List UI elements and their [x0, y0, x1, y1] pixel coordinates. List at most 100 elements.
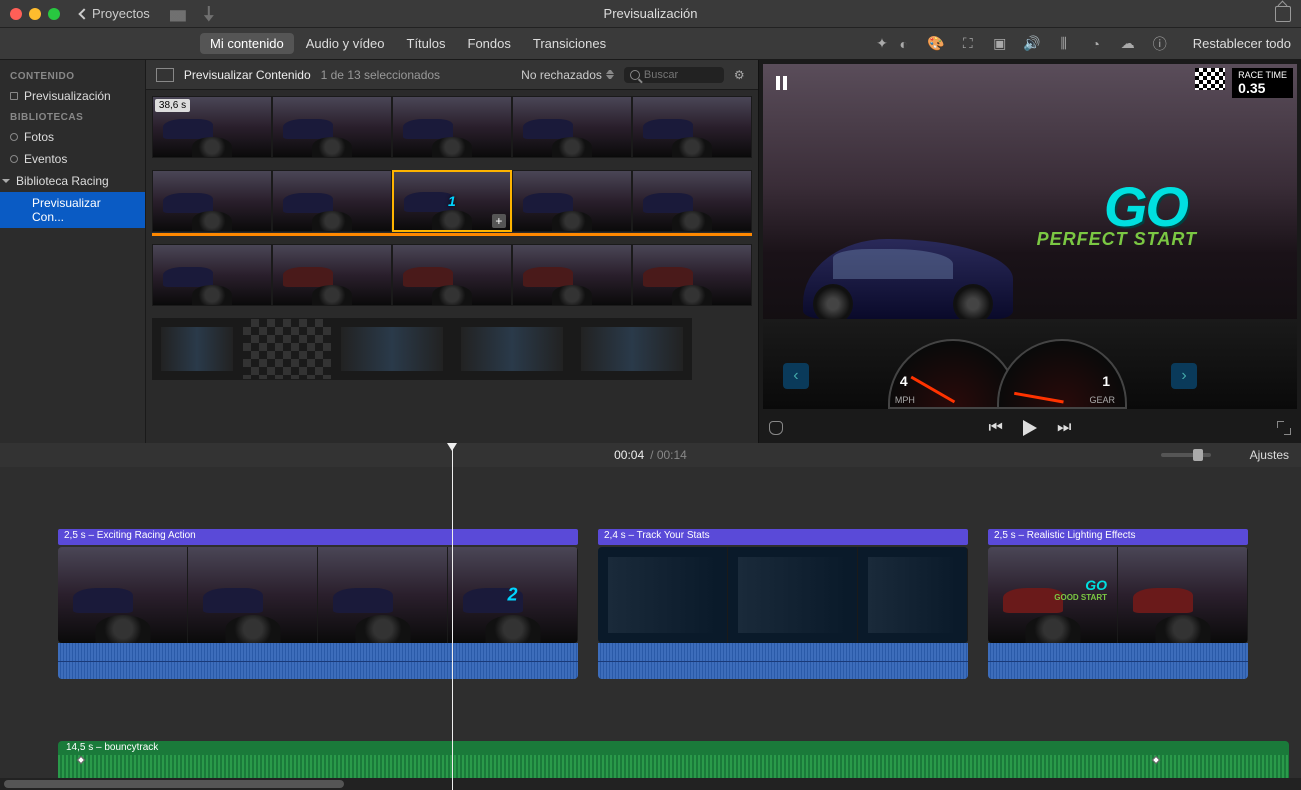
stabilize-icon[interactable]: ▣	[991, 35, 1009, 53]
share-icon[interactable]	[1275, 6, 1291, 22]
tab-titles[interactable]: Títulos	[397, 33, 456, 54]
filter-dropdown[interactable]: No rechazados	[521, 68, 614, 82]
clip-thumb[interactable]	[392, 96, 512, 158]
clip-thumb[interactable]	[632, 170, 752, 232]
zoom-slider[interactable]	[1161, 453, 1211, 457]
volume-icon[interactable]: 🔊	[1023, 35, 1041, 53]
horizontal-scrollbar[interactable]	[0, 778, 1301, 790]
pause-indicator	[773, 74, 791, 92]
scrollbar-thumb[interactable]	[4, 780, 344, 788]
clip-title: 2,5 s – Realistic Lighting Effects	[988, 529, 1248, 545]
clip-thumb[interactable]	[272, 96, 392, 158]
sidebar-item-preview[interactable]: Previsualización	[0, 85, 145, 107]
color-balance-icon[interactable]: ◐	[895, 35, 913, 53]
sidebar-item-library-event[interactable]: Previsualizar Con...	[0, 192, 145, 228]
sidebar-item-library[interactable]: Biblioteca Racing	[0, 170, 145, 192]
clip-thumb[interactable]	[152, 244, 272, 306]
next-button[interactable]: ⏭	[1057, 419, 1071, 437]
prev-button[interactable]: ⏮	[989, 419, 1003, 437]
clip-thumb[interactable]	[272, 244, 392, 306]
timeline: 00:04 / 00:14 Ajustes 2,5 s – Exciting R…	[0, 443, 1301, 790]
tab-backgrounds[interactable]: Fondos	[458, 33, 521, 54]
clip-thumb[interactable]	[512, 244, 632, 306]
disclosure-triangle-icon[interactable]	[2, 179, 10, 183]
search-input[interactable]	[644, 69, 714, 81]
clip-thumb[interactable]	[632, 244, 752, 306]
main-area: CONTENIDO Previsualización BIBLIOTECAS F…	[0, 60, 1301, 443]
race-time-badge: RACE TIME 0.35	[1232, 68, 1293, 98]
media-tabs: Mi contenido Audio y vídeo Títulos Fondo…	[200, 33, 616, 54]
clip-filmstrip-2[interactable]: 1	[152, 170, 752, 232]
clip-thumb[interactable]	[512, 96, 632, 158]
close-window[interactable]	[10, 8, 22, 20]
used-indicator	[152, 233, 752, 236]
window-title: Previsualización	[604, 6, 698, 21]
clips-grid[interactable]: 38,6 s 1	[146, 90, 758, 443]
sidebar-item-photos[interactable]: Fotos	[0, 126, 145, 148]
timeline-body[interactable]: 2,5 s – Exciting Racing Action 2 2,4 s –…	[0, 467, 1301, 787]
clip-thumb[interactable]	[392, 244, 512, 306]
voiceover-icon[interactable]	[769, 421, 783, 435]
clip-thumb[interactable]	[152, 318, 242, 380]
events-icon	[10, 155, 18, 163]
audio-clip-title: 14,5 s – bouncytrack	[62, 741, 162, 754]
color-correction-icon[interactable]: 🎨	[927, 35, 945, 53]
clip-thumb[interactable]: 38,6 s	[152, 96, 272, 158]
download-icon[interactable]	[204, 6, 214, 22]
effects-icon[interactable]: ☁	[1119, 35, 1137, 53]
minimize-window[interactable]	[29, 8, 41, 20]
timeline-clip-1[interactable]: 2,5 s – Exciting Racing Action 2	[58, 547, 578, 679]
zoom-window[interactable]	[48, 8, 60, 20]
timeline-audio-track[interactable]: 14,5 s – bouncytrack	[58, 741, 1289, 781]
play-button[interactable]	[1023, 420, 1037, 436]
clip-thumb[interactable]	[452, 318, 572, 380]
playhead[interactable]	[452, 443, 453, 790]
chevron-left-icon	[78, 8, 89, 19]
photos-icon	[10, 133, 18, 141]
speed-icon[interactable]: ◔	[1087, 35, 1105, 53]
clip-title: 2,4 s – Track Your Stats	[598, 529, 968, 545]
timeline-clip-3[interactable]: 2,5 s – Realistic Lighting Effects GOGOO…	[988, 547, 1248, 679]
tab-audio-video[interactable]: Audio y vídeo	[296, 33, 395, 54]
crop-icon[interactable]: ⛶	[959, 35, 977, 53]
clip-view-toggle[interactable]	[156, 68, 174, 82]
fullscreen-icon[interactable]	[1277, 421, 1291, 435]
clip-thumb[interactable]	[152, 170, 272, 232]
updown-icon	[606, 69, 614, 81]
perfect-start-text: PERFECT START	[1037, 229, 1197, 250]
checkered-flag-icon	[1195, 68, 1225, 90]
clip-filmstrip-4[interactable]	[152, 318, 752, 380]
enhance-wand-icon[interactable]	[876, 35, 894, 53]
clip-waveform[interactable]	[598, 643, 968, 679]
timecode-current: 00:04	[614, 448, 644, 462]
clip-waveform[interactable]	[58, 643, 578, 679]
search-field[interactable]	[624, 67, 724, 83]
window-controls	[10, 8, 60, 20]
preview-canvas[interactable]: RACE TIME 0.35 GO PERFECT START MPH 4 GE…	[763, 64, 1297, 409]
sidebar-item-events[interactable]: Eventos	[0, 148, 145, 170]
inspector-tools: ◐ 🎨 ⛶ ▣ 🔊 ⫼ ◔ ☁ ⓘ Restablecer todo	[895, 35, 1291, 53]
timeline-settings-button[interactable]: Ajustes	[1250, 448, 1289, 462]
timeline-clip-2[interactable]: 2,4 s – Track Your Stats	[598, 547, 968, 679]
clip-filmstrip-3[interactable]	[152, 244, 752, 306]
clip-thumb[interactable]	[512, 170, 632, 232]
reset-all-button[interactable]: Restablecer todo	[1193, 36, 1291, 51]
equalizer-icon[interactable]: ⫼	[1055, 35, 1073, 53]
preview-icon	[10, 92, 18, 100]
clip-thumb[interactable]	[272, 170, 392, 232]
clip-thumb[interactable]	[572, 318, 692, 380]
gear-icon[interactable]: ⚙	[734, 68, 748, 82]
clip-thumb[interactable]	[242, 318, 332, 380]
clip-filmstrip-1[interactable]: 38,6 s	[152, 96, 752, 158]
titlebar: Proyectos Previsualización	[0, 0, 1301, 28]
clip-thumb[interactable]	[632, 96, 752, 158]
tab-my-content[interactable]: Mi contenido	[200, 33, 294, 54]
info-icon[interactable]: ⓘ	[1151, 35, 1169, 53]
back-label: Proyectos	[92, 6, 150, 21]
clip-waveform[interactable]	[988, 643, 1248, 679]
back-to-projects[interactable]: Proyectos	[80, 6, 150, 21]
tab-transitions[interactable]: Transiciones	[523, 33, 616, 54]
import-icon[interactable]	[170, 6, 186, 22]
clip-thumb-selected[interactable]: 1	[392, 170, 512, 232]
clip-thumb[interactable]	[332, 318, 452, 380]
